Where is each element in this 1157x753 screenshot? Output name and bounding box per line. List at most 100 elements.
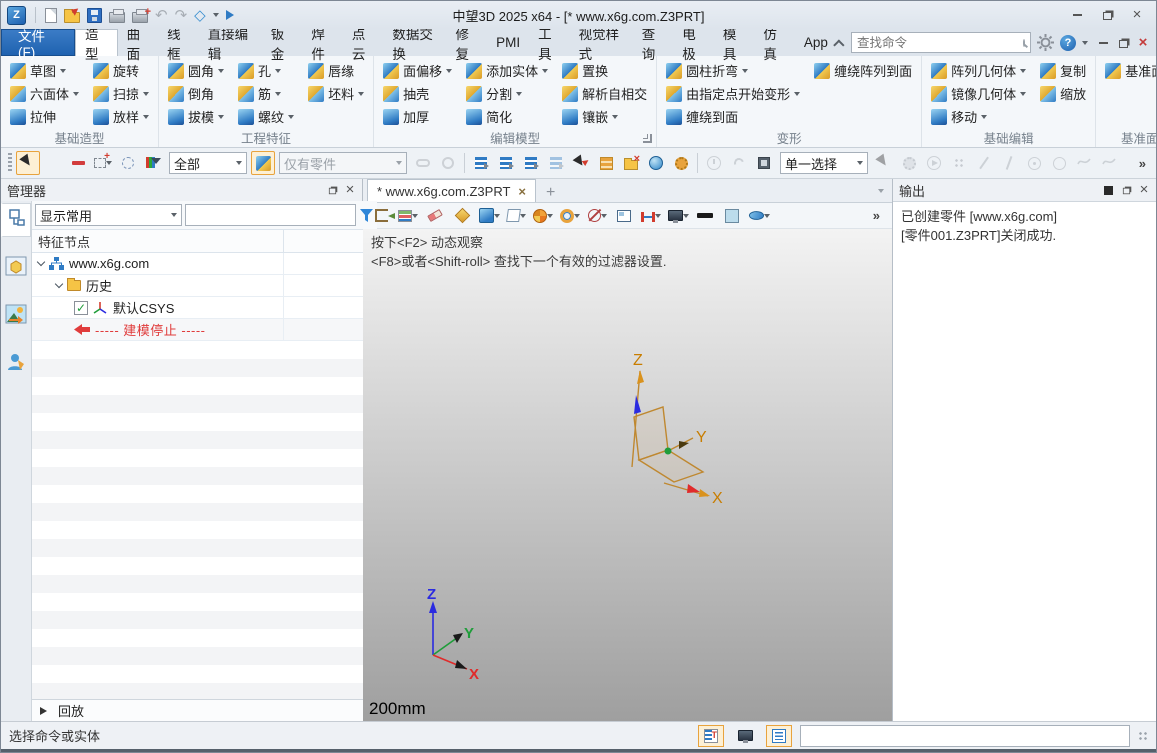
command-search-input[interactable] — [852, 36, 1023, 50]
menu-tab-15[interactable]: 仿真 — [754, 29, 795, 56]
dropdown-caret-icon[interactable] — [60, 69, 66, 73]
ribbon-button-scale[interactable]: 缩放 — [1037, 82, 1089, 105]
menu-tab-2[interactable]: 线框 — [158, 29, 199, 56]
points-icon[interactable] — [947, 151, 971, 175]
circle-center-icon[interactable] — [1022, 151, 1046, 175]
ribbon-button-replace[interactable]: 置换 — [559, 59, 650, 82]
menu-tab-4[interactable]: 钣金 — [262, 29, 303, 56]
manager-restore-button[interactable] — [326, 184, 338, 196]
doc-minimize-button[interactable] — [1094, 35, 1112, 51]
redo-icon[interactable]: ↷ — [175, 8, 188, 23]
pick-remove-icon[interactable] — [66, 151, 90, 175]
doc-close-button[interactable]: × — [1134, 35, 1152, 51]
ribbon-button-add-shape[interactable]: 添加实体 — [463, 59, 551, 82]
spline-icon[interactable] — [1072, 151, 1096, 175]
ribbon-button-pattern-geometry[interactable]: 阵列几何体 — [928, 59, 1029, 82]
ribbon-button-extrude[interactable]: 拉伸 — [7, 105, 82, 128]
polyline-icon[interactable] — [997, 151, 1021, 175]
menu-tab-8[interactable]: 修复 — [447, 29, 488, 56]
background-icon[interactable] — [720, 204, 744, 228]
ribbon-button-divide[interactable]: 分割 — [463, 82, 551, 105]
curve-icon[interactable] — [1097, 151, 1121, 175]
view-toolbar-overflow-icon[interactable]: » — [867, 208, 886, 223]
dialog-launcher-icon[interactable] — [643, 134, 652, 143]
ribbon-button-thicken[interactable]: 加厚 — [380, 105, 455, 128]
ribbon-button-copy[interactable]: 复制 — [1037, 59, 1089, 82]
manager-tab-visual-manager[interactable] — [1, 299, 31, 333]
ribbon-button-rib[interactable]: 筋 — [235, 82, 297, 105]
only-part-icon[interactable] — [251, 151, 275, 175]
manager-tab-solid-manager[interactable] — [1, 251, 31, 285]
pick-first-icon[interactable] — [469, 151, 493, 175]
new-tab-button[interactable]: + — [536, 184, 565, 202]
prompt-panel-icon[interactable] — [698, 725, 724, 747]
manager-tab-role-manager[interactable] — [1, 347, 31, 381]
save-icon[interactable] — [87, 8, 102, 23]
pick-cursor2-icon[interactable] — [872, 151, 896, 175]
dropdown-caret-icon[interactable] — [981, 115, 987, 119]
shade-view-icon[interactable] — [477, 204, 501, 228]
pick-box-icon[interactable] — [91, 151, 115, 175]
ribbon-button-block[interactable]: 六面体 — [7, 82, 82, 105]
menu-tab-5[interactable]: 焊件 — [302, 29, 343, 56]
ribbon-button-deform-point[interactable]: 由指定点开始变形 — [663, 82, 803, 105]
menu-tab-14[interactable]: 模具 — [714, 29, 755, 56]
ribbon-button-lip[interactable]: 唇缘 — [305, 59, 367, 82]
wireframe-view-icon[interactable] — [504, 204, 528, 228]
ribbon-button-sweep[interactable]: 扫掠 — [90, 82, 152, 105]
datum-display-icon[interactable] — [450, 204, 474, 228]
dropdown-caret-icon[interactable] — [143, 92, 149, 96]
ribbon-button-mirror-geometry[interactable]: 镜像几何体 — [928, 82, 1029, 105]
doc-restore-button[interactable] — [1114, 35, 1132, 51]
minimize-button[interactable] — [1064, 6, 1090, 24]
dropdown-caret-icon[interactable] — [1020, 69, 1026, 73]
tab-close-icon[interactable]: × — [518, 184, 526, 199]
dropdown-caret-icon[interactable] — [358, 92, 364, 96]
dropdown-caret-icon[interactable] — [275, 69, 281, 73]
ribbon-button-hole[interactable]: 孔 — [235, 59, 297, 82]
command-log-icon[interactable] — [766, 725, 792, 747]
ribbon-button-revolve[interactable]: 旋转 — [90, 59, 152, 82]
output-restore-button[interactable] — [1120, 184, 1132, 196]
dropdown-caret-icon[interactable] — [218, 115, 224, 119]
display-mode-icon[interactable] — [666, 204, 690, 228]
ribbon-button-fillet[interactable]: 圆角 — [165, 59, 227, 82]
restore-button[interactable] — [1094, 6, 1120, 24]
pick-filter-icon[interactable] — [16, 151, 40, 175]
tree-column-header[interactable]: 特征节点 — [32, 229, 377, 253]
undo-icon[interactable]: ↶ — [155, 8, 168, 23]
regen-icon[interactable]: ◇ — [194, 8, 206, 23]
line-width-icon[interactable] — [693, 204, 717, 228]
menu-tab-1[interactable]: 曲面 — [118, 29, 159, 56]
pick-lasso-icon[interactable] — [116, 151, 140, 175]
dropdown-caret-icon[interactable] — [516, 92, 522, 96]
dropdown-caret-icon[interactable] — [73, 92, 79, 96]
close-button[interactable]: × — [1124, 6, 1150, 24]
checkbox-icon[interactable]: ✓ — [74, 301, 88, 315]
selection-list-icon[interactable] — [594, 151, 618, 175]
dropdown-caret-icon[interactable] — [288, 115, 294, 119]
new-file-icon[interactable] — [45, 8, 57, 23]
ribbon-button-simplify[interactable]: 简化 — [463, 105, 551, 128]
batch-print-icon[interactable] — [132, 12, 148, 23]
settings-gear-icon[interactable] — [1037, 34, 1054, 51]
expander-icon[interactable] — [55, 280, 63, 288]
timer-icon[interactable] — [702, 151, 726, 175]
tree-search-input[interactable] — [185, 204, 356, 226]
qat-dropdown-icon[interactable] — [213, 13, 219, 17]
toolbar-grip[interactable] — [8, 153, 12, 173]
web-part-icon[interactable] — [644, 151, 668, 175]
target-pick-icon[interactable] — [436, 151, 460, 175]
tree-row-2[interactable]: ✓默认CSYS — [32, 297, 377, 319]
ribbon-button-loft[interactable]: 放样 — [90, 105, 152, 128]
scope-filter-select[interactable]: 仅有零件 — [279, 152, 407, 174]
dropdown-caret-icon[interactable] — [218, 69, 224, 73]
menu-tab-12[interactable]: 查询 — [633, 29, 674, 56]
pick-prev-icon[interactable] — [494, 151, 518, 175]
circle-icon[interactable] — [1047, 151, 1071, 175]
eraser-icon[interactable] — [423, 204, 447, 228]
dropdown-caret-icon[interactable] — [542, 69, 548, 73]
zoom-view-icon[interactable] — [558, 204, 582, 228]
pick-mode-select[interactable]: 单一选择 — [780, 152, 868, 174]
play-icon[interactable] — [922, 151, 946, 175]
